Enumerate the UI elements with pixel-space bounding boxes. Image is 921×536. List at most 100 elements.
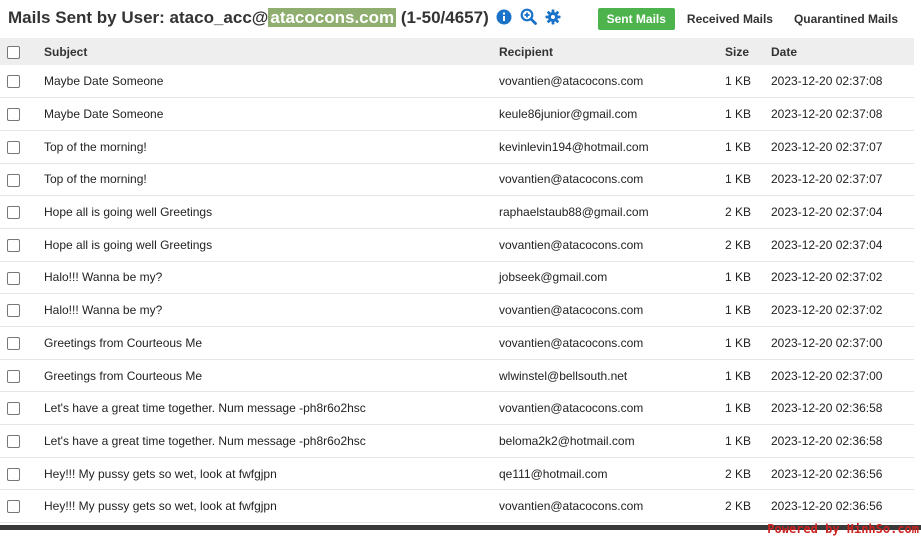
recipient-cell: vovantien@atacocons.com xyxy=(499,303,644,318)
column-header-size[interactable]: Size xyxy=(725,38,771,65)
subject-cell[interactable]: Top of the morning! xyxy=(44,130,499,163)
recipient-cell: vovantien@atacocons.com xyxy=(499,74,644,89)
table-row[interactable]: Top of the morning! vovantien@atacocons.c… xyxy=(0,163,914,196)
tab-quarantined-mails[interactable]: Quarantined Mails xyxy=(785,8,907,30)
size-cell: 1 KB xyxy=(725,368,752,383)
table-row[interactable]: Greetings from Courteous Me wlwinstel@bel… xyxy=(0,359,914,392)
subject-cell[interactable]: Halo!!! Wanna be my? xyxy=(44,261,499,294)
table-row[interactable]: Let's have a great time together. Num me… xyxy=(0,392,914,425)
size-cell: 1 KB xyxy=(725,303,752,318)
table-row[interactable]: Maybe Date Someone vovantien@atacocons.co… xyxy=(0,65,914,98)
row-checkbox[interactable] xyxy=(7,140,20,154)
table-row[interactable]: Greetings from Courteous Me vovantien@ata… xyxy=(0,327,914,360)
mail-tabs: Sent Mails Received Mails Quarantined Ma… xyxy=(595,8,907,30)
zoom-in-icon[interactable] xyxy=(520,8,538,30)
row-checkbox[interactable] xyxy=(7,369,20,383)
table-row[interactable]: Top of the morning! kevinlevin194@hotmail… xyxy=(0,130,914,164)
table-row[interactable]: Halo!!! Wanna be my? jobseek@gmail.com 1 K… xyxy=(0,261,914,294)
size-cell: 1 KB xyxy=(725,433,752,448)
subject-cell[interactable]: Hope all is going well Greetings xyxy=(44,228,499,261)
subject-cell[interactable]: Maybe Date Someone xyxy=(44,65,499,98)
date-cell: 2023-12-20 02:36:58 xyxy=(771,433,883,448)
subject-cell[interactable]: Maybe Date Someone xyxy=(44,98,499,131)
recipient-cell: vovantien@atacocons.com xyxy=(499,172,644,187)
date-cell: 2023-12-20 02:37:04 xyxy=(771,205,883,220)
size-cell: 1 KB xyxy=(725,139,752,154)
row-checkbox[interactable] xyxy=(7,500,20,514)
table-row[interactable]: Halo!!! Wanna be my? vovantien@atacocons.… xyxy=(0,294,914,327)
recipient-cell: beloma2k2@hotmail.com xyxy=(499,433,635,448)
date-cell: 2023-12-20 02:36:56 xyxy=(771,466,883,481)
size-cell: 2 KB xyxy=(725,466,752,481)
size-cell: 1 KB xyxy=(725,172,752,187)
page-header: Mails Sent by User: ataco_acc@ atacocons.… xyxy=(0,0,921,38)
tab-sent-mails[interactable]: Sent Mails xyxy=(597,8,675,30)
row-checkbox[interactable] xyxy=(7,75,20,89)
table-row[interactable]: Hey!!! My pussy gets so wet, look at fwf… xyxy=(0,457,914,490)
row-checkbox[interactable] xyxy=(7,206,20,220)
title-range: (1-50/4657) xyxy=(396,8,489,27)
row-checkbox[interactable] xyxy=(7,271,20,285)
size-cell: 1 KB xyxy=(725,74,752,89)
size-cell: 1 KB xyxy=(725,270,752,285)
size-cell: 1 KB xyxy=(725,335,752,350)
subject-cell[interactable]: Greetings from Courteous Me xyxy=(44,327,499,360)
powered-by-watermark: Powered by HinhSo.com xyxy=(767,522,919,536)
table-row[interactable]: Let's have a great time together. Num me… xyxy=(0,425,914,458)
gear-icon[interactable] xyxy=(545,9,561,30)
date-cell: 2023-12-20 02:37:04 xyxy=(771,237,883,252)
size-cell: 2 KB xyxy=(725,237,752,252)
column-header-subject[interactable]: Subject xyxy=(44,38,499,65)
row-checkbox[interactable] xyxy=(7,435,20,449)
subject-cell[interactable]: Let's have a great time together. Num me… xyxy=(44,425,499,458)
mail-table: Subject Recipient Size Date Maybe Date S… xyxy=(0,38,914,523)
date-cell: 2023-12-20 02:37:02 xyxy=(771,270,883,285)
subject-cell[interactable]: Hope all is going well Greetings xyxy=(44,196,499,229)
recipient-cell: keule86junior@gmail.com xyxy=(499,107,638,122)
column-header-recipient[interactable]: Recipient xyxy=(499,38,725,65)
date-cell: 2023-12-20 02:37:00 xyxy=(771,335,883,350)
row-checkbox[interactable] xyxy=(7,337,20,350)
select-all-checkbox[interactable] xyxy=(7,45,20,59)
size-cell: 1 KB xyxy=(725,401,752,416)
column-header-date[interactable]: Date xyxy=(771,38,914,65)
row-checkbox[interactable] xyxy=(7,238,20,252)
row-checkbox[interactable] xyxy=(7,108,20,122)
table-header-row: Subject Recipient Size Date xyxy=(0,38,914,65)
info-icon[interactable] xyxy=(496,9,512,30)
recipient-cell: vovantien@atacocons.com xyxy=(499,335,644,350)
size-cell: 1 KB xyxy=(725,107,752,122)
date-cell: 2023-12-20 02:37:08 xyxy=(771,74,883,89)
row-checkbox[interactable] xyxy=(7,467,20,481)
title-prefix: Mails Sent by User: ataco_acc@ xyxy=(8,8,269,27)
title-domain: atacocons.com xyxy=(268,8,397,27)
recipient-cell: raphaelstaub88@gmail.com xyxy=(499,205,649,220)
row-checkbox[interactable] xyxy=(7,304,20,318)
subject-cell[interactable]: Top of the morning! xyxy=(44,163,499,196)
recipient-cell: vovantien@atacocons.com xyxy=(499,499,644,514)
recipient-cell: vovantien@atacocons.com xyxy=(499,237,644,252)
size-cell: 2 KB xyxy=(725,499,752,514)
recipient-cell: wlwinstel@bellsouth.net xyxy=(499,368,628,383)
recipient-cell: jobseek@gmail.com xyxy=(499,270,608,285)
table-row[interactable]: Maybe Date Someone keule86junior@gmail.co… xyxy=(0,98,914,131)
table-row[interactable]: Hope all is going well Greetings raphaels… xyxy=(0,196,914,229)
recipient-cell: vovantien@atacocons.com xyxy=(499,401,644,416)
tab-received-mails[interactable]: Received Mails xyxy=(678,8,782,30)
date-cell: 2023-12-20 02:37:00 xyxy=(771,368,883,383)
date-cell: 2023-12-20 02:37:02 xyxy=(771,303,883,318)
subject-cell[interactable]: Halo!!! Wanna be my? xyxy=(44,294,499,327)
size-cell: 2 KB xyxy=(725,205,752,220)
page-title: Mails Sent by User: ataco_acc@ atacocons.… xyxy=(8,8,561,30)
subject-cell[interactable]: Hey!!! My pussy gets so wet, look at fwf… xyxy=(44,490,499,523)
subject-cell[interactable]: Greetings from Courteous Me xyxy=(44,359,499,392)
row-checkbox[interactable] xyxy=(7,173,20,187)
table-row[interactable]: Hope all is going well Greetings vovantie… xyxy=(0,228,914,262)
date-cell: 2023-12-20 02:37:08 xyxy=(771,107,883,122)
subject-cell[interactable]: Hey!!! My pussy gets so wet, look at fwf… xyxy=(44,457,499,490)
recipient-cell: qe111@hotmail.com xyxy=(499,466,608,481)
date-cell: 2023-12-20 02:37:07 xyxy=(771,172,883,187)
table-row[interactable]: Hey!!! My pussy gets so wet, look at fwf… xyxy=(0,490,914,523)
row-checkbox[interactable] xyxy=(7,402,20,416)
subject-cell[interactable]: Let's have a great time together. Num me… xyxy=(44,392,499,425)
